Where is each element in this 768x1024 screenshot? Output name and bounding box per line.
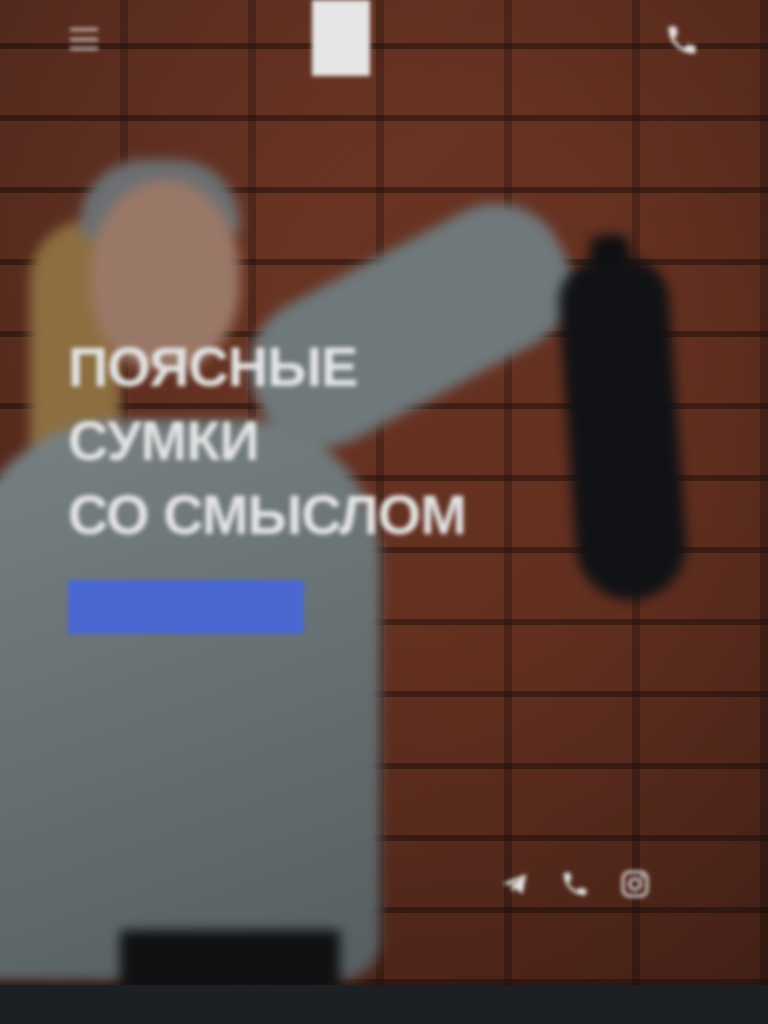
logo-box (312, 0, 370, 76)
social-links (497, 866, 653, 902)
site-logo[interactable] (312, 0, 376, 76)
telegram-icon[interactable] (497, 866, 533, 902)
hero-section: ПОЯСНЫЕ СУМКИ СО СМЫСЛОМ (0, 0, 768, 985)
headline-line-1: ПОЯСНЫЕ СУМКИ (68, 335, 358, 472)
instagram-icon[interactable] (617, 866, 653, 902)
footer-strip (0, 985, 768, 1024)
headline-line-2: СО СМЫСЛОМ (68, 483, 467, 546)
top-bar (0, 0, 768, 90)
cta-button[interactable] (68, 580, 304, 634)
phone-icon[interactable] (557, 866, 593, 902)
menu-icon[interactable] (70, 28, 98, 50)
hero-headline: ПОЯСНЫЕ СУМКИ СО СМЫСЛОМ (68, 330, 528, 552)
hero-content: ПОЯСНЫЕ СУМКИ СО СМЫСЛОМ (68, 330, 528, 634)
phone-icon[interactable] (664, 22, 700, 63)
